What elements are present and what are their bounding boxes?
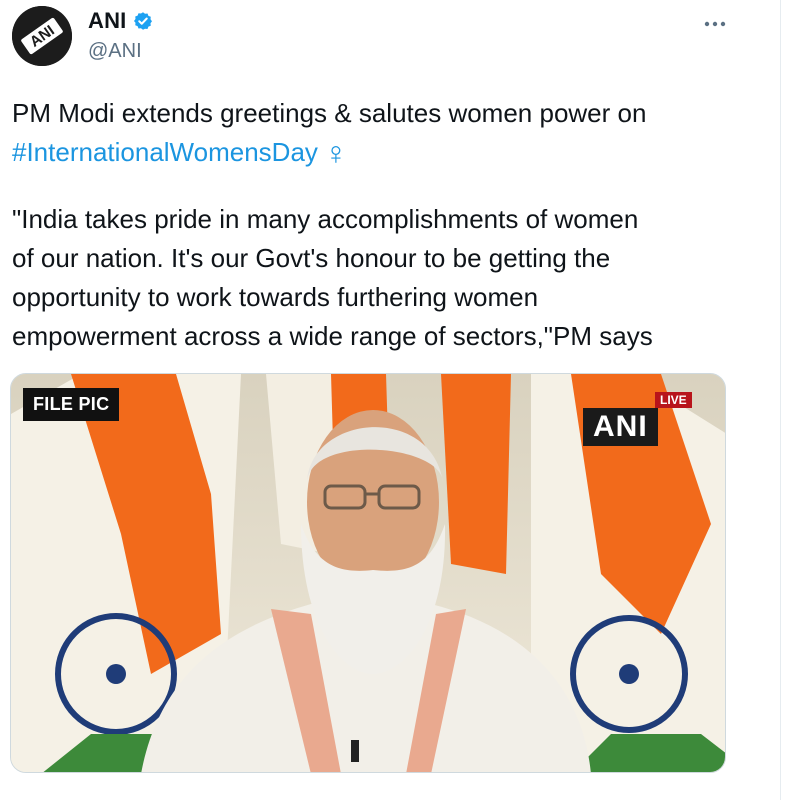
hashtag-line: #InternationalWomensDay ♀: [12, 133, 752, 173]
tweet-media-image[interactable]: FILE PIC LIVE ANI: [10, 373, 726, 773]
avatar[interactable]: ANI: [12, 6, 72, 66]
more-options-icon[interactable]: [700, 14, 730, 34]
live-label: LIVE: [655, 392, 692, 408]
hashtag-link[interactable]: #InternationalWomensDay: [12, 137, 318, 167]
file-pic-badge: FILE PIC: [23, 388, 120, 421]
ani-logo-icon: ANI: [12, 6, 72, 66]
quote-line: opportunity to work towards furthering w…: [12, 282, 539, 312]
female-sign-icon: ♀: [323, 135, 348, 171]
verified-badge-icon: [133, 12, 152, 30]
handle[interactable]: @ANI: [88, 40, 142, 63]
tweet-line: PM Modi extends greetings & salutes wome…: [12, 98, 647, 128]
quote-line: empowerment across a wide range of secto…: [12, 321, 653, 351]
quote-line: of our nation. It's our Govt's honour to…: [12, 243, 611, 273]
display-name[interactable]: ANI: [88, 8, 127, 34]
author-row: ANI: [88, 8, 153, 34]
quote-line: "India takes pride in many accomplishmen…: [12, 204, 639, 234]
tweet-text: PM Modi extends greetings & salutes wome…: [12, 94, 752, 356]
ani-watermark: ANI: [583, 408, 658, 446]
column-divider: [780, 0, 781, 800]
